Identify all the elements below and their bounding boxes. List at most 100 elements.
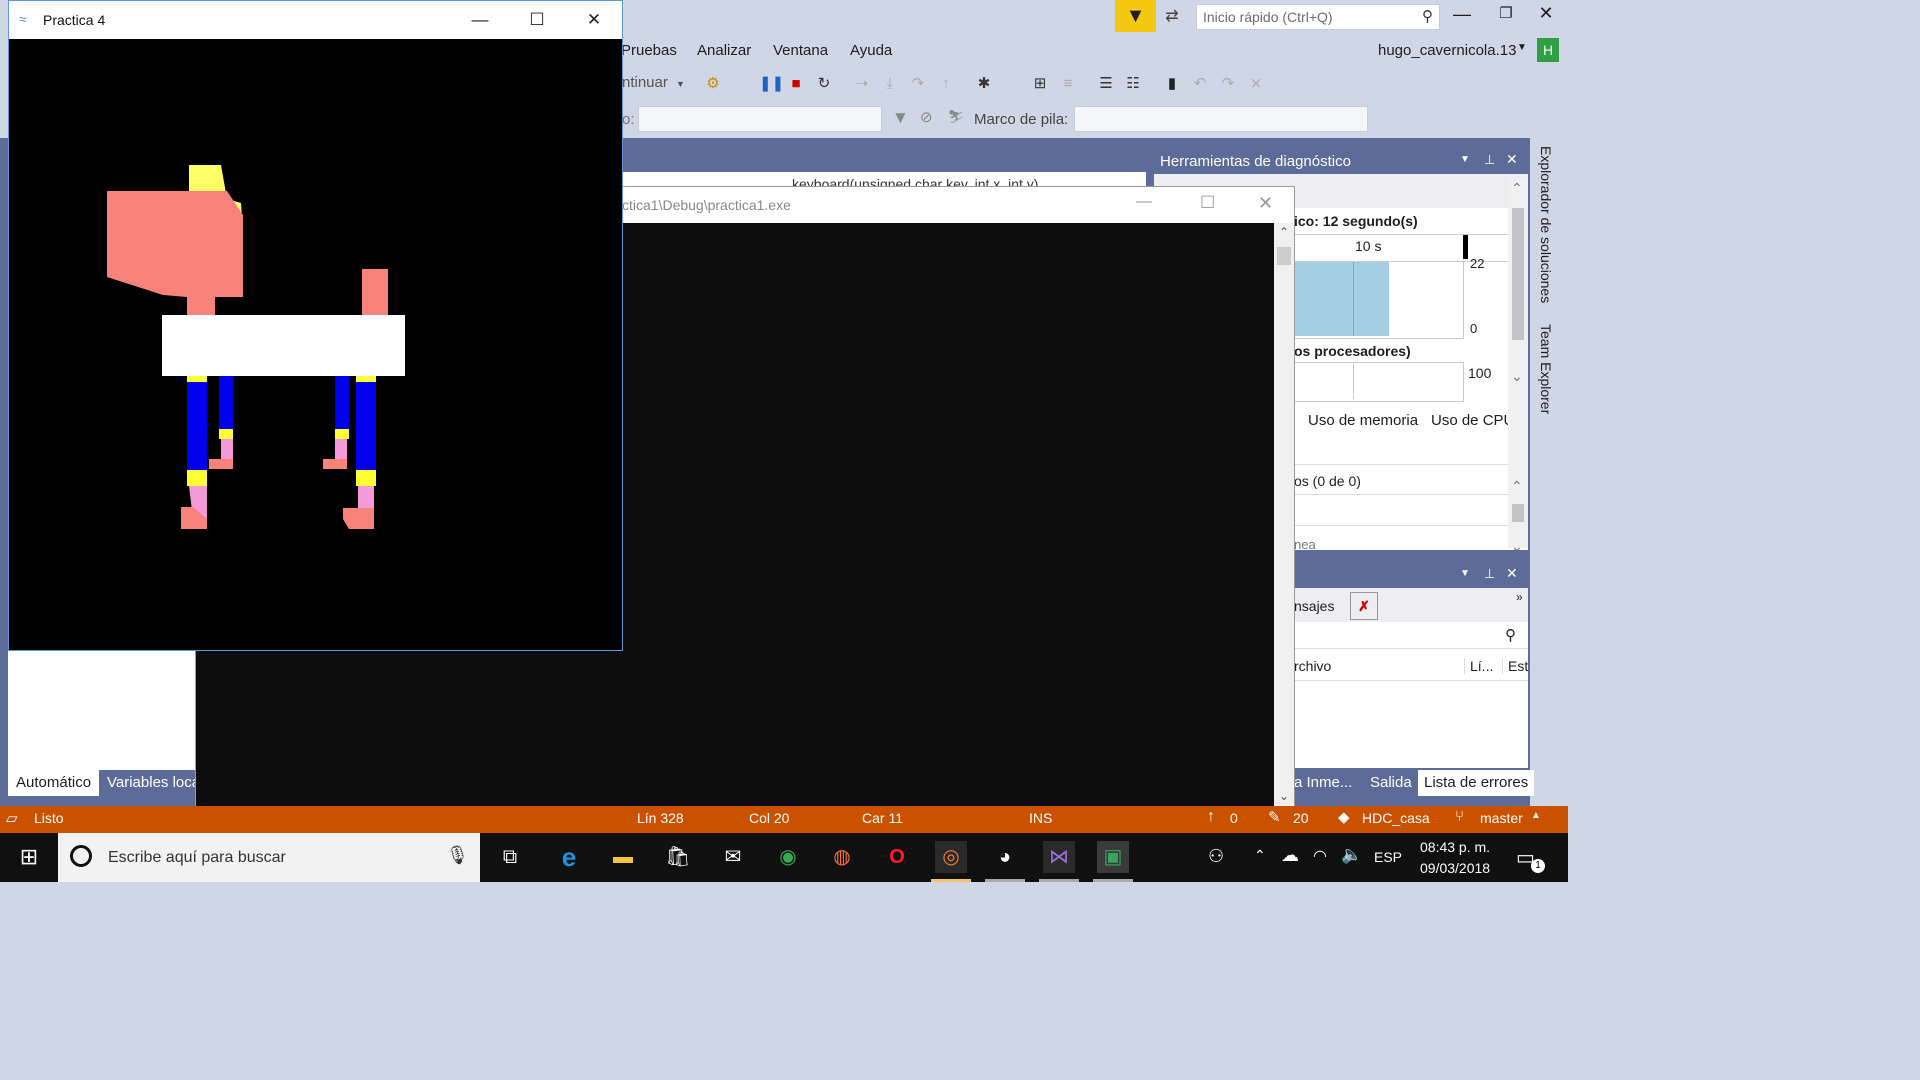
close-button[interactable]: ✕ xyxy=(1258,193,1273,214)
repo-name[interactable]: HDC_casa xyxy=(1362,810,1430,826)
minimize-button[interactable]: — xyxy=(452,1,508,39)
diag-tab-cpu[interactable]: Uso de CPU xyxy=(1431,412,1514,429)
chevron-down-icon[interactable]: ⌄ xyxy=(1279,789,1289,803)
chevron-up-icon[interactable]: ⌃ xyxy=(1254,847,1266,864)
step-over-icon[interactable]: ↷ xyxy=(908,74,928,94)
menu-ayuda[interactable]: Ayuda xyxy=(850,42,892,59)
maximize-button[interactable]: ☐ xyxy=(509,1,565,39)
diag-tab-memory[interactable]: Uso de memoria xyxy=(1308,412,1418,429)
restore-button[interactable]: ❐ xyxy=(1494,4,1518,28)
timeline-cursor[interactable] xyxy=(1463,235,1468,259)
step-into-icon[interactable]: ⤓ xyxy=(880,74,900,94)
filter-clear-icon[interactable]: ⊘ xyxy=(920,108,933,126)
close-icon[interactable]: ✕ xyxy=(1506,565,1518,582)
quick-launch-input[interactable]: Inicio rápido (Ctrl+Q) ⚲ xyxy=(1196,4,1440,30)
show-next-statement-icon[interactable]: ➝ xyxy=(852,74,872,94)
arrow-up-icon[interactable]: ↑ xyxy=(1207,808,1215,826)
prev-bookmark-icon[interactable]: ↶ xyxy=(1190,74,1210,94)
repo-icon[interactable]: ◆ xyxy=(1338,808,1350,826)
scrollbar-thumb[interactable] xyxy=(1512,208,1524,340)
close-button[interactable]: ✕ xyxy=(566,1,622,39)
pin-icon[interactable]: ⊥ xyxy=(1484,152,1495,168)
scrollbar[interactable]: ⌃ ⌄ ⌃ ⌄ xyxy=(1508,178,1528,554)
chevron-down-icon[interactable]: ▼ xyxy=(1460,154,1470,165)
branch-icon[interactable]: ⑂ xyxy=(1455,808,1464,825)
chevron-down-icon[interactable]: ▼ xyxy=(1517,42,1527,53)
opengl-canvas[interactable] xyxy=(9,39,622,650)
visual-studio-icon[interactable]: ⋈ xyxy=(1043,841,1075,873)
chevron-down-icon[interactable]: ⌄ xyxy=(1511,538,1523,555)
edge-icon[interactable]: e xyxy=(553,841,585,873)
tab-immediate[interactable]: a Inme... xyxy=(1292,770,1355,796)
stack-frame-dropdown[interactable] xyxy=(1074,106,1368,132)
close-button[interactable]: ✕ xyxy=(1534,3,1558,27)
store-icon[interactable]: 🛍 xyxy=(662,841,694,873)
file-explorer-icon[interactable]: ▬ xyxy=(607,841,639,873)
taskbar-search-box[interactable]: Escribe aquí para buscar 🎙 xyxy=(58,833,480,882)
microphone-icon[interactable]: 🎙 xyxy=(446,845,469,866)
restart-icon[interactable]: ↻ xyxy=(814,74,834,94)
scrollbar-thumb[interactable] xyxy=(1277,247,1291,265)
minimize-button[interactable]: — xyxy=(1136,193,1152,211)
blender-icon[interactable]: ◎ xyxy=(935,841,967,873)
clear-bookmarks-icon[interactable]: ⨯ xyxy=(1246,74,1266,94)
maximize-button[interactable]: ☐ xyxy=(1200,193,1215,213)
chrome-icon[interactable]: ◉ xyxy=(772,841,804,873)
tab-variables-locales[interactable]: Variables loca xyxy=(100,770,208,796)
onedrive-icon[interactable]: ☁ xyxy=(1281,845,1299,866)
unpushed-count[interactable]: 0 xyxy=(1230,810,1238,826)
chevron-up-icon[interactable]: ▲ xyxy=(1531,810,1541,821)
clock-time[interactable]: 08:43 p. m. xyxy=(1420,839,1490,855)
minimize-button[interactable]: — xyxy=(1450,4,1474,28)
people-icon[interactable]: ⚇ xyxy=(1208,846,1224,867)
tab-lista-errores[interactable]: Lista de errores xyxy=(1418,770,1535,796)
windows-start-icon[interactable]: ⊞ xyxy=(13,841,45,873)
avatar[interactable]: H xyxy=(1537,38,1559,62)
firefox-icon[interactable]: ◍ xyxy=(826,841,858,873)
console-scrollbar[interactable]: ⌃ ⌄ xyxy=(1274,223,1294,809)
pencil-icon[interactable]: ✎ xyxy=(1268,808,1281,826)
process-dropdown[interactable] xyxy=(638,106,882,132)
column-file[interactable]: rchivo xyxy=(1294,658,1331,674)
hex-display-icon[interactable]: ✱ xyxy=(974,74,994,94)
tab-solution-explorer[interactable]: Explorador de soluciones xyxy=(1538,146,1554,303)
column-state[interactable]: Est xyxy=(1502,658,1528,674)
process-icon[interactable]: ⚙ xyxy=(703,74,723,94)
task-view-icon[interactable]: ⧉ xyxy=(494,841,526,873)
volume-icon[interactable]: 🔈 xyxy=(1341,845,1362,865)
uncomment-icon[interactable]: ☷ xyxy=(1123,74,1143,94)
messages-filter-label[interactable]: nsajes xyxy=(1294,598,1334,614)
step-out-icon[interactable]: ↑ xyxy=(936,74,956,94)
tab-salida[interactable]: Salida xyxy=(1362,770,1420,796)
close-icon[interactable]: ✕ xyxy=(1506,151,1518,168)
continue-button[interactable]: ntinuar ▼ xyxy=(622,74,688,96)
console-app-icon[interactable]: ▣ xyxy=(1097,841,1129,873)
tab-automatico[interactable]: Automático xyxy=(8,770,100,796)
tab-team-explorer[interactable]: Team Explorer xyxy=(1538,324,1554,414)
language-indicator[interactable]: ESP xyxy=(1374,849,1402,865)
stack-frame-icon[interactable]: ⛷ xyxy=(948,109,965,125)
clear-filter-icon[interactable]: ✗ xyxy=(1350,592,1378,620)
github-icon[interactable]: ◕ xyxy=(989,841,1021,873)
break-all-icon[interactable]: ❚❚ xyxy=(759,74,784,94)
user-name[interactable]: hugo_cavernicola.13 xyxy=(1378,42,1516,59)
bookmark-icon[interactable]: ▮ xyxy=(1162,74,1182,94)
chevron-up-icon[interactable]: ⌃ xyxy=(1511,478,1523,495)
menu-ventana[interactable]: Ventana xyxy=(773,42,828,59)
filter-icon[interactable]: ▼ xyxy=(892,108,909,128)
chevron-down-icon[interactable]: ▼ xyxy=(1460,568,1470,579)
more-icon[interactable]: » xyxy=(1516,590,1523,604)
mail-icon[interactable]: ✉ xyxy=(717,841,749,873)
error-search-input[interactable]: ⚲ xyxy=(1294,624,1528,649)
clock-date[interactable]: 09/03/2018 xyxy=(1420,860,1490,876)
wifi-icon[interactable]: ◠ xyxy=(1313,846,1327,866)
pin-icon[interactable]: ⊥ xyxy=(1484,566,1495,582)
opera-icon[interactable]: O xyxy=(881,841,913,873)
feedback-filter-icon[interactable]: ▼ xyxy=(1115,0,1156,32)
column-line[interactable]: Lí... xyxy=(1464,658,1493,674)
chevron-down-icon[interactable]: ⌄ xyxy=(1511,368,1523,385)
live-share-icon[interactable]: ⇄ xyxy=(1160,6,1184,28)
chevron-up-icon[interactable]: ⌃ xyxy=(1511,180,1523,197)
next-bookmark-icon[interactable]: ↷ xyxy=(1218,74,1238,94)
branch-name[interactable]: master xyxy=(1480,810,1523,826)
